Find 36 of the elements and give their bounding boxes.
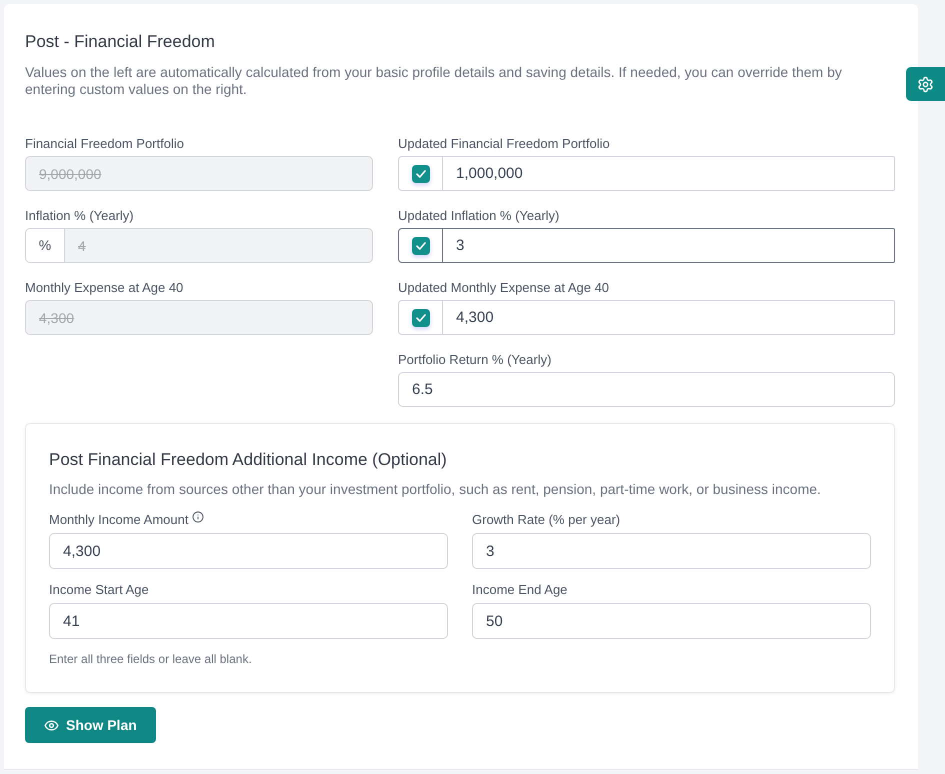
panel-title: Post Financial Freedom Additional Income (Optional): [49, 449, 448, 471]
percent-prefix: %: [25, 228, 65, 263]
eye-icon: [44, 718, 59, 732]
field-label: Updated Financial Freedom Portfolio: [398, 136, 611, 152]
field-label: Portfolio Return % (Yearly): [398, 352, 552, 368]
checkbox[interactable]: [412, 308, 430, 326]
checkbox[interactable]: [412, 236, 430, 254]
field-label: Income Start Age: [49, 582, 149, 598]
field-label: Financial Freedom Portfolio: [25, 136, 185, 152]
field-label: Growth Rate (% per year): [472, 512, 620, 528]
settings-icon: [917, 76, 934, 92]
income-input-field[interactable]: 4,300: [49, 533, 448, 569]
field-label: Updated Inflation % (Yearly): [398, 208, 560, 224]
override-value-field[interactable]: 1,000,000: [443, 156, 895, 191]
income-input-field[interactable]: 50: [472, 603, 871, 639]
field-label: Monthly Expense at Age 40: [25, 280, 184, 296]
portfolio-return-field[interactable]: 6.5: [398, 372, 895, 407]
check-icon: [416, 170, 426, 178]
override-value-field[interactable]: 4,300: [443, 300, 895, 335]
income-input-field[interactable]: 41: [49, 603, 448, 639]
checkbox[interactable]: [412, 164, 430, 182]
field-label: Updated Monthly Expense at Age 40: [398, 280, 610, 296]
field-label: Income End Age: [472, 582, 568, 598]
helper-note: Enter all three fields or leave all blank.: [49, 651, 253, 667]
show-plan-button[interactable]: Show Plan: [25, 707, 156, 743]
field-label: Monthly Income Amount: [49, 512, 188, 528]
check-icon: [416, 314, 426, 322]
settings-button[interactable]: [906, 67, 945, 101]
section-title: Post - Financial Freedom: [25, 31, 216, 53]
info-icon[interactable]: [192, 511, 204, 523]
income-input-field[interactable]: 3: [472, 533, 871, 569]
field-label: Inflation % (Yearly): [25, 208, 135, 224]
panel-description: Include income from sources other than your investment portfolio, such as rent, pension, part-time work, or business income.: [49, 480, 822, 499]
section-description: Values on the left are automatically calculated from your basic profile details and saving details. If needed, you can override them by entering custom values on the right.: [25, 64, 843, 98]
override-value-field[interactable]: 3: [443, 228, 895, 263]
check-icon: [416, 242, 426, 250]
